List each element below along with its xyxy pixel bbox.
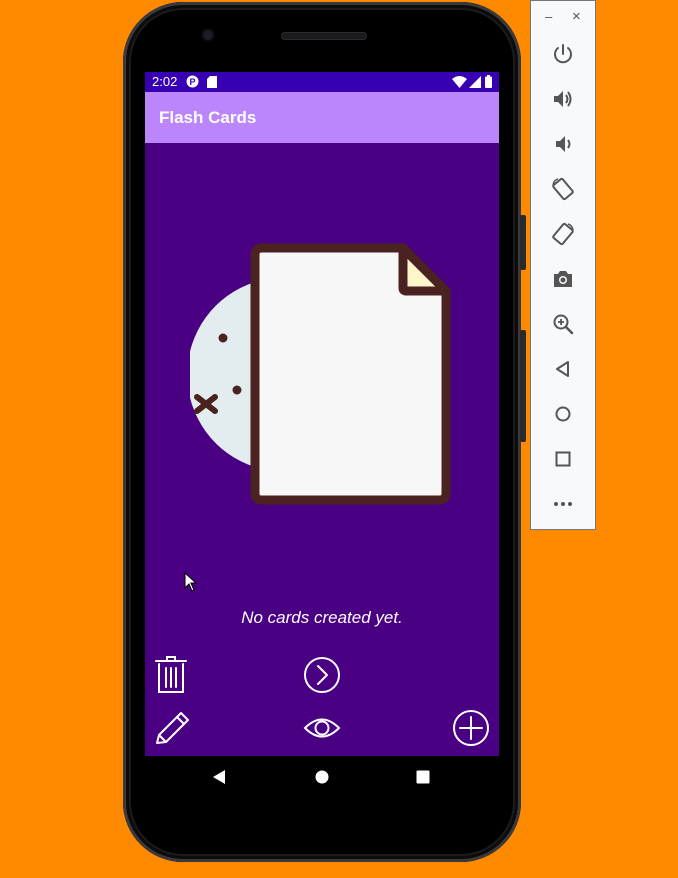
sd-card-icon <box>207 76 217 88</box>
volume-down-icon[interactable] <box>551 132 575 156</box>
zoom-icon[interactable] <box>551 312 575 336</box>
back-icon[interactable] <box>551 357 575 381</box>
power-side-button <box>520 215 526 270</box>
svg-text:P: P <box>189 77 195 87</box>
rotate-left-icon[interactable] <box>551 177 575 201</box>
mouse-cursor <box>184 572 198 592</box>
system-navigation-bar <box>145 756 499 798</box>
more-icon[interactable] <box>551 492 575 516</box>
home-icon[interactable] <box>551 402 575 426</box>
next-icon <box>304 657 340 693</box>
rotate-right-icon[interactable] <box>551 222 575 246</box>
volume-side-button <box>520 330 526 442</box>
battery-icon <box>485 75 492 88</box>
emulator-control-panel: – × <box>530 0 596 530</box>
empty-document-illustration <box>190 243 451 505</box>
status-bar: 2:02 P <box>145 72 499 92</box>
emulator-close-button[interactable]: × <box>572 8 581 25</box>
edit-button[interactable] <box>154 709 190 745</box>
screenshot-icon[interactable] <box>551 267 575 291</box>
nav-home-icon[interactable] <box>315 770 329 784</box>
app-bar: Flash Cards <box>145 92 499 143</box>
add-card-button[interactable] <box>452 709 489 746</box>
eye-icon <box>303 718 341 738</box>
pencil-icon <box>156 712 189 744</box>
overview-icon[interactable] <box>551 447 575 471</box>
signal-icon <box>469 76 481 88</box>
volume-up-icon[interactable] <box>551 87 575 111</box>
next-card-button[interactable] <box>303 656 340 693</box>
earpiece-speaker <box>281 32 367 40</box>
app-title: Flash Cards <box>159 108 257 127</box>
wifi-icon <box>452 76 467 88</box>
nav-back-icon[interactable] <box>212 770 226 784</box>
app-screen: 2:02 P Flash Cards No cards created yet. <box>145 72 499 756</box>
delete-button[interactable] <box>154 655 190 693</box>
nav-overview-icon[interactable] <box>416 770 430 784</box>
add-icon <box>453 710 489 746</box>
status-time: 2:02 <box>152 74 178 89</box>
emulator-minimize-button[interactable]: – <box>545 9 552 24</box>
empty-state-message: No cards created yet. <box>241 608 403 627</box>
power-icon[interactable] <box>551 42 575 66</box>
p-notification-icon: P <box>186 75 199 88</box>
front-camera <box>203 30 213 40</box>
trash-icon <box>155 656 187 693</box>
view-button[interactable] <box>303 713 341 749</box>
